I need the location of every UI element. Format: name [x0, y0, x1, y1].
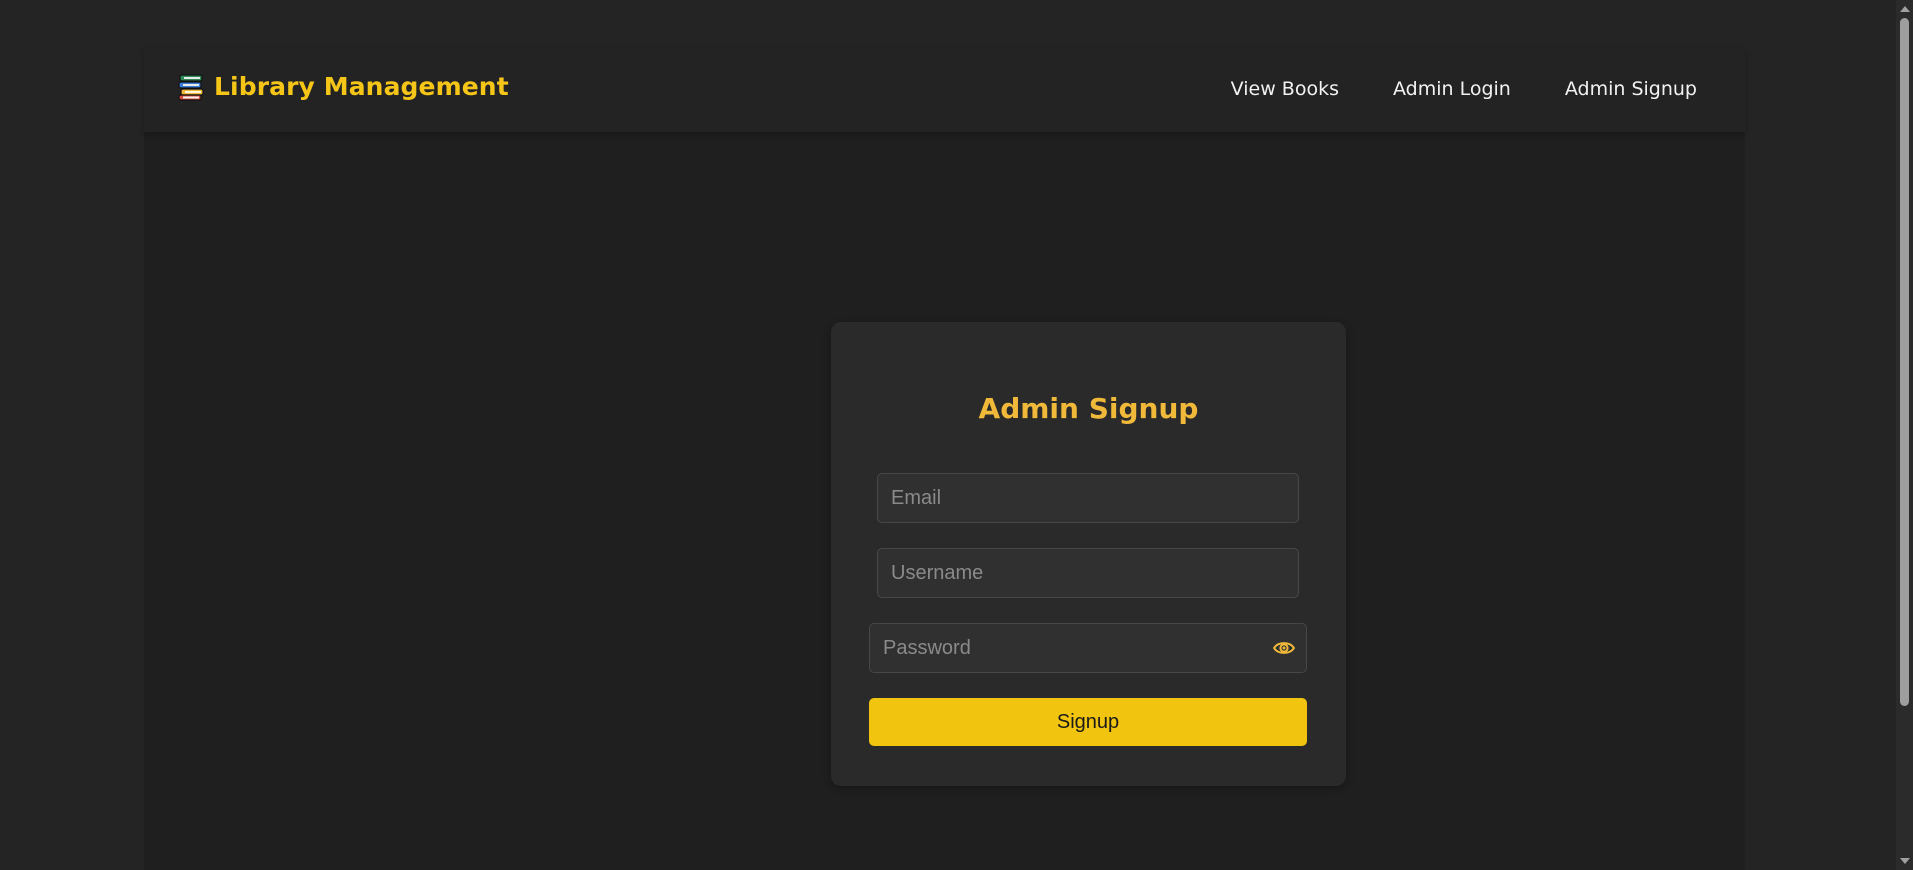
- nav-link-view-books[interactable]: View Books: [1231, 78, 1339, 100]
- navbar: Library Management View Books Admin Logi…: [144, 48, 1745, 132]
- email-field[interactable]: [877, 473, 1299, 523]
- signup-card: Admin Signup Signup: [831, 322, 1346, 786]
- password-wrapper: [869, 623, 1307, 673]
- nav-link-admin-signup[interactable]: Admin Signup: [1565, 78, 1697, 100]
- password-field[interactable]: [869, 623, 1307, 673]
- brand-link[interactable]: Library Management: [178, 72, 509, 101]
- nav-link-admin-login[interactable]: Admin Login: [1393, 78, 1511, 100]
- username-field[interactable]: [877, 548, 1299, 598]
- app-container: Library Management View Books Admin Logi…: [144, 48, 1745, 870]
- form-title: Admin Signup: [978, 392, 1199, 425]
- nav-links: View Books Admin Login Admin Signup: [1231, 78, 1697, 100]
- scrollbar-thumb[interactable]: [1900, 18, 1909, 706]
- signup-button[interactable]: Signup: [869, 698, 1307, 746]
- page: Library Management View Books Admin Logi…: [0, 0, 1896, 870]
- books-icon: [178, 73, 204, 101]
- page-scrollbar[interactable]: [1896, 0, 1913, 870]
- eye-icon[interactable]: [1273, 640, 1295, 656]
- scroll-up-arrow-icon[interactable]: [1900, 6, 1910, 12]
- brand-title: Library Management: [214, 72, 509, 101]
- scroll-down-arrow-icon[interactable]: [1900, 858, 1910, 864]
